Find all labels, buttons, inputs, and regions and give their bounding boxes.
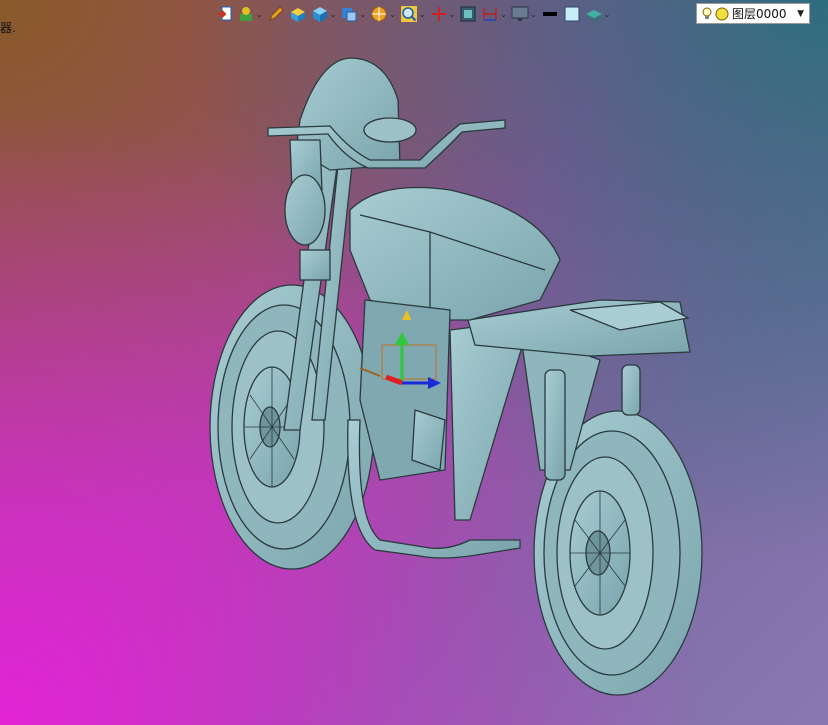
3d-viewport[interactable]: 器. ⌄ ⌄ ⌄ ⌄ ⌄ ⌄ ⌄ ⌄ ⌄ 图层0000 ▼ — [0, 0, 828, 725]
motorcycle-model[interactable] — [0, 0, 828, 725]
rear-shock — [544, 369, 566, 481]
frame-triangle — [449, 319, 531, 521]
fuel-tank — [349, 186, 561, 321]
